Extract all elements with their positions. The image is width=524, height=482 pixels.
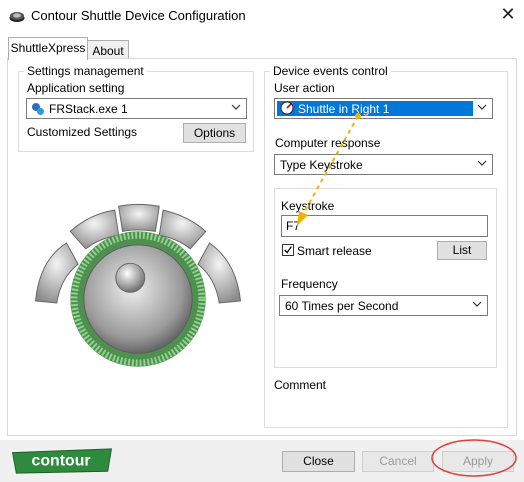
frequency-value: 60 Times per Second [285,299,399,313]
computer-response-value: Type Keystroke [280,158,363,172]
tab-shuttlexpress[interactable]: ShuttleXpress [8,37,88,60]
keystroke-value: F7 [286,219,301,233]
device-events-legend: Device events control [273,64,388,78]
shuttle-device-illustration [35,203,241,367]
chevron-down-icon [472,301,482,307]
customized-settings-label: Customized Settings [27,125,138,139]
app-setting-icon [32,103,44,115]
frequency-label: Frequency [281,277,338,291]
application-setting-dropdown[interactable]: FRStack.exe 1 [26,98,247,119]
user-action-value: Shuttle in Right 1 [298,102,390,116]
application-setting-label: Application setting [27,81,125,95]
settings-management-legend: Settings management [27,64,144,78]
app-icon [9,12,25,22]
checkmark-icon [284,246,292,254]
shuttle-selected-icon [280,101,294,115]
smart-release-checkbox[interactable] [282,244,294,256]
keystroke-label: Keystroke [281,199,335,213]
contour-logo-text: contour [32,453,91,470]
close-button[interactable]: Close [282,451,355,472]
user-action-label: User action [274,81,335,95]
tab-label: About [92,44,124,58]
close-icon[interactable]: ✕ [498,4,518,24]
cancel-button[interactable]: Cancel [362,451,434,472]
comment-label: Comment [274,378,327,392]
computer-response-label: Computer response [275,136,381,150]
close-glyph: ✕ [500,4,516,24]
chevron-down-icon [477,160,487,166]
computer-response-dropdown[interactable]: Type Keystroke [274,154,493,175]
chevron-down-icon [231,104,241,110]
window-title: Contour Shuttle Device Configuration [31,8,246,23]
frequency-dropdown[interactable]: 60 Times per Second [279,295,488,316]
list-button[interactable]: List [437,241,487,260]
smart-release-label[interactable]: Smart release [297,244,372,258]
contour-logo: contour [11,448,113,474]
tab-label: ShuttleXpress [10,41,86,55]
chevron-down-icon [477,104,487,110]
options-button[interactable]: Options [183,123,246,143]
user-action-dropdown[interactable]: Shuttle in Right 1 [274,98,493,119]
application-setting-value: FRStack.exe 1 [49,102,128,116]
apply-button[interactable]: Apply [442,451,514,472]
keystroke-input[interactable]: F7 [281,215,488,237]
